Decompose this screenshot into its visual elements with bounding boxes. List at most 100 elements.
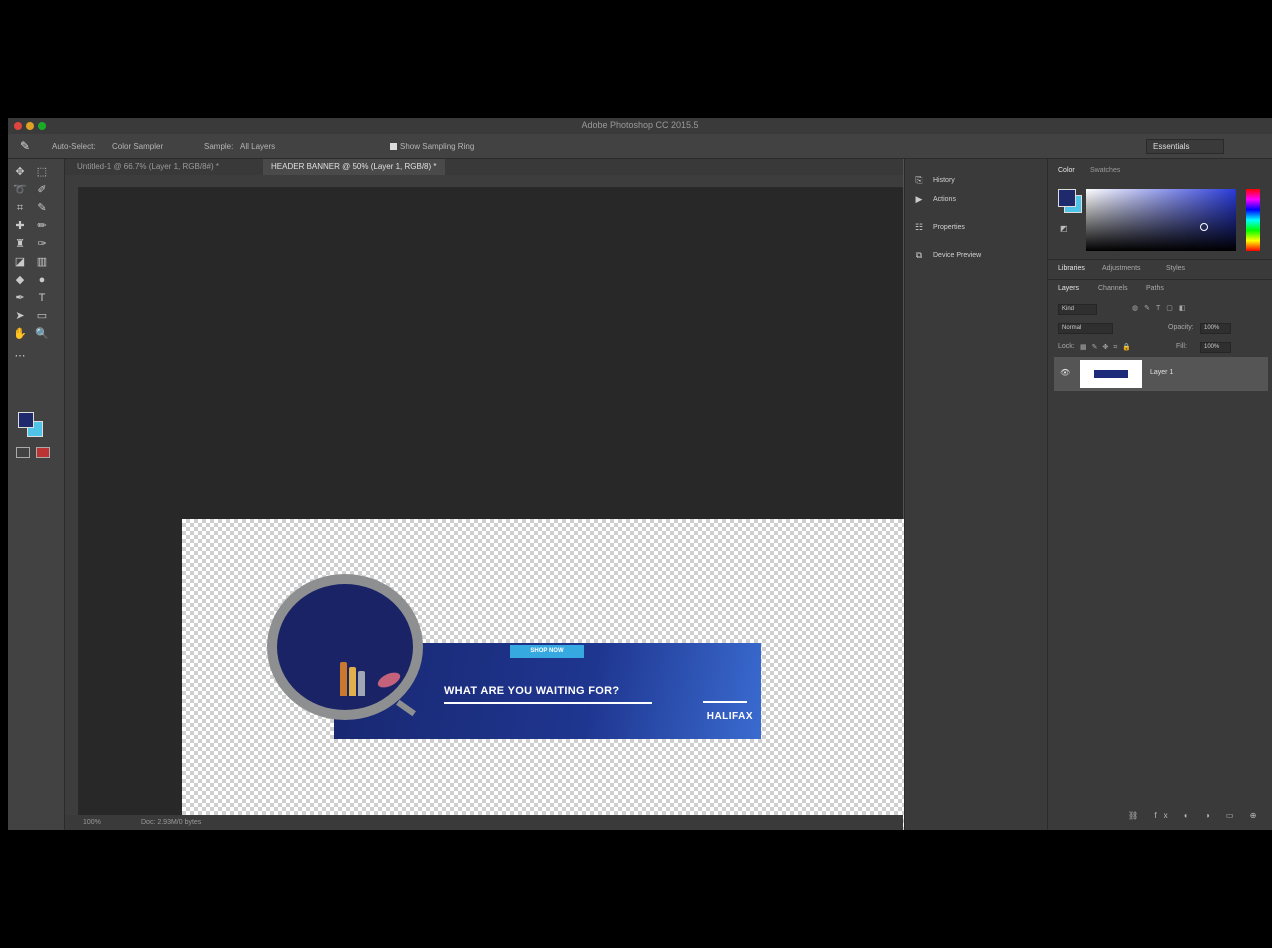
vertical-ruler[interactable] bbox=[65, 187, 79, 815]
document-window: Untitled-1 @ 66.7% (Layer 1, RGB/8#) * H… bbox=[65, 159, 914, 830]
show-sampling-ring-label: Show Sampling Ring bbox=[400, 142, 475, 151]
workspace-switcher[interactable]: Essentials bbox=[1146, 139, 1224, 154]
default-colors-icon[interactable]: ◩ bbox=[1060, 225, 1072, 233]
options-bar: ✎ Auto-Select: Color Sampler Sample: All… bbox=[8, 134, 1272, 159]
layer-filter-icons[interactable]: ◍✎T▢◧ bbox=[1132, 304, 1191, 312]
tab-channels[interactable]: Channels bbox=[1098, 285, 1128, 292]
show-sampling-ring-checkbox[interactable]: Show Sampling Ring bbox=[390, 142, 474, 151]
logo-mark-icon bbox=[703, 701, 747, 711]
hand-tool-icon[interactable]: ✋ bbox=[12, 327, 28, 341]
properties-label: Properties bbox=[933, 224, 965, 231]
tab-layers[interactable]: Layers bbox=[1058, 285, 1079, 292]
eyedropper-tool-preset-icon[interactable]: ✎ bbox=[20, 139, 34, 153]
actions-label: Actions bbox=[933, 196, 956, 203]
more-tools-icon[interactable]: ⋯ bbox=[12, 349, 28, 363]
color-panel-foreground-swatch[interactable] bbox=[1058, 189, 1076, 207]
title-bar: Adobe Photoshop CC 2015.5 bbox=[8, 118, 1272, 134]
tab-label: HEADER BANNER @ 50% (Layer 1, RGB/8) * bbox=[271, 162, 437, 171]
document-info[interactable]: Doc: 2.93M/0 bytes bbox=[141, 815, 201, 830]
divider bbox=[1048, 259, 1272, 260]
fill-input[interactable]: 100% bbox=[1200, 342, 1231, 353]
blur-tool-icon[interactable]: ◆ bbox=[12, 273, 28, 287]
tab-label: Untitled-1 @ 66.7% (Layer 1, RGB/8#) * bbox=[77, 162, 219, 171]
product-bottle-icon bbox=[340, 662, 347, 696]
ruler-origin[interactable] bbox=[65, 175, 79, 187]
layer-thumbnail-content bbox=[1094, 370, 1128, 378]
tab-paths[interactable]: Paths bbox=[1146, 285, 1164, 292]
history-panel-button[interactable]: ⎘ History bbox=[913, 173, 955, 189]
tab-adjustments[interactable]: Adjustments bbox=[1102, 265, 1141, 272]
window-title: Adobe Photoshop CC 2015.5 bbox=[581, 120, 699, 130]
sampling-ring bbox=[267, 574, 423, 720]
quick-select-tool-icon[interactable]: ✐ bbox=[34, 183, 50, 197]
foreground-color-swatch[interactable] bbox=[18, 412, 34, 428]
path-select-tool-icon[interactable]: ➤ bbox=[12, 309, 28, 323]
layer-filter-kind[interactable]: Kind bbox=[1058, 304, 1097, 315]
horizontal-ruler[interactable] bbox=[79, 175, 903, 188]
headline-underline bbox=[444, 702, 652, 704]
brand-logo: HALIFAX bbox=[706, 711, 753, 722]
type-tool-icon[interactable]: T bbox=[34, 291, 50, 305]
canvas-area[interactable]: SHOP NOW WHAT ARE YOU WAITING FOR? HALIF… bbox=[79, 188, 914, 830]
dodge-tool-icon[interactable]: ● bbox=[34, 273, 50, 287]
quick-mask-icon[interactable] bbox=[16, 447, 30, 458]
color-field[interactable] bbox=[1086, 189, 1236, 251]
document-tab-header-banner[interactable]: HEADER BANNER @ 50% (Layer 1, RGB/8) * bbox=[263, 159, 445, 175]
device-preview-label: Device Preview bbox=[933, 252, 982, 259]
tab-styles[interactable]: Styles bbox=[1166, 265, 1185, 272]
pen-tool-icon[interactable]: ✒ bbox=[12, 291, 28, 305]
lock-icons[interactable]: ▦✎✥⌗🔒 bbox=[1080, 343, 1136, 352]
color-field-cursor[interactable] bbox=[1200, 223, 1208, 231]
layer-name[interactable]: Layer 1 bbox=[1150, 369, 1173, 376]
tab-color[interactable]: Color bbox=[1058, 167, 1075, 174]
marquee-tool-icon[interactable]: ⬚ bbox=[34, 165, 50, 179]
zoom-tool-icon[interactable]: 🔍 bbox=[34, 327, 50, 341]
opacity-input[interactable]: 100% bbox=[1200, 323, 1231, 334]
lock-label: Lock: bbox=[1058, 343, 1075, 350]
move-tool-icon[interactable]: ✥ bbox=[12, 165, 28, 179]
tab-swatches[interactable]: Swatches bbox=[1090, 167, 1120, 174]
clone-stamp-tool-icon[interactable]: ♜ bbox=[12, 237, 28, 251]
document-tab-untitled[interactable]: Untitled-1 @ 66.7% (Layer 1, RGB/8#) * bbox=[69, 159, 227, 175]
visibility-eye-icon[interactable]: 👁 bbox=[1060, 369, 1070, 377]
history-brush-tool-icon[interactable]: ✑ bbox=[34, 237, 50, 251]
eraser-tool-icon[interactable]: ◪ bbox=[12, 255, 28, 269]
checkbox-checked-icon bbox=[390, 143, 397, 150]
device-icon: ⧉ bbox=[915, 250, 923, 260]
fill-label: Fill: bbox=[1176, 343, 1187, 350]
device-preview-panel-button[interactable]: ⧉ Device Preview bbox=[913, 248, 981, 264]
product-bottle-icon bbox=[349, 667, 356, 696]
layer-thumbnail bbox=[1080, 360, 1142, 388]
document-tabs: Untitled-1 @ 66.7% (Layer 1, RGB/8#) * H… bbox=[65, 159, 903, 175]
blend-mode-dropdown[interactable]: Normal bbox=[1058, 323, 1113, 334]
photoshop-window: Adobe Photoshop CC 2015.5 ✎ Auto-Select:… bbox=[8, 118, 1272, 830]
gradient-tool-icon[interactable]: ▥ bbox=[34, 255, 50, 269]
lasso-tool-icon[interactable]: ➰ bbox=[12, 183, 28, 197]
auto-select-dropdown[interactable]: Color Sampler bbox=[112, 142, 163, 151]
hue-slider[interactable] bbox=[1246, 189, 1260, 251]
history-icon: ⎘ bbox=[915, 175, 923, 185]
banner-tag: SHOP NOW bbox=[510, 645, 584, 658]
eyedropper-tool-icon[interactable]: ✎ bbox=[34, 201, 50, 215]
healing-brush-tool-icon[interactable]: ✚ bbox=[12, 219, 28, 233]
screen-mode-icon[interactable] bbox=[36, 447, 50, 458]
crop-tool-icon[interactable]: ⌗ bbox=[12, 201, 28, 215]
actions-panel-button[interactable]: ▶ Actions bbox=[913, 192, 956, 208]
auto-select-label: Auto-Select: bbox=[52, 142, 96, 151]
sample-dropdown[interactable]: All Layers bbox=[240, 142, 275, 151]
brush-tool-icon[interactable]: ✏ bbox=[34, 219, 50, 233]
collapsed-panels: ⎘ History ▶ Actions ☷ Properties ⧉ Device Pr… bbox=[904, 159, 1048, 830]
sliders-icon: ☷ bbox=[914, 222, 924, 232]
banner-headline: WHAT ARE YOU WAITING FOR? bbox=[444, 685, 620, 697]
divider bbox=[1048, 279, 1272, 280]
layers-panel-footer-icons[interactable]: ⛓ fx ◐ ◑ ▭ ⊕ 🗑 bbox=[1128, 811, 1272, 823]
right-panel-dock: Color Swatches ◩ Libraries Adjustments S… bbox=[1048, 159, 1272, 830]
zoom-level[interactable]: 100% bbox=[83, 815, 101, 830]
artboard-transparent[interactable]: SHOP NOW WHAT ARE YOU WAITING FOR? HALIF… bbox=[182, 519, 914, 830]
tab-libraries[interactable]: Libraries bbox=[1058, 265, 1085, 272]
opacity-label: Opacity: bbox=[1168, 324, 1194, 331]
layer-row[interactable]: 👁 Layer 1 bbox=[1054, 357, 1268, 391]
history-label: History bbox=[933, 177, 955, 184]
properties-panel-button[interactable]: ☷ Properties bbox=[913, 220, 965, 236]
shape-tool-icon[interactable]: ▭ bbox=[34, 309, 50, 323]
